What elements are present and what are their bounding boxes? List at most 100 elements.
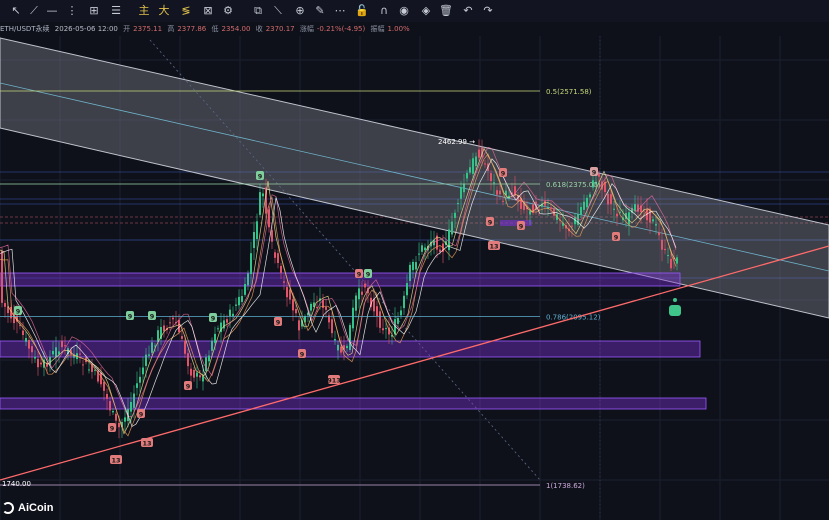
td-count-15: 9 (128, 313, 133, 321)
candle-body-124 (373, 298, 375, 312)
candle-body-48 (145, 354, 147, 366)
candle-body-95 (286, 287, 288, 298)
td-count-8: 9 (357, 271, 362, 279)
candle-body-17 (52, 350, 54, 355)
price-chart[interactable]: 0.5(2571.58) 0.618(2375.00) 0.786(2095.12)… (0, 0, 829, 520)
td-count-4: 9 (186, 383, 191, 391)
candle-body-45 (136, 383, 138, 388)
candle-body-111 (334, 339, 336, 341)
candle-body-116 (349, 325, 351, 350)
candle-body-83 (250, 253, 252, 275)
candle-body-72 (217, 328, 219, 330)
td-count-0: 9 (110, 425, 115, 433)
candle-body-153 (460, 187, 462, 199)
candle-body-52 (157, 330, 159, 342)
td-count-16: 9 (150, 313, 155, 321)
candle-body-96 (289, 289, 291, 300)
candle-body-29 (88, 369, 90, 371)
candle-body-70 (211, 340, 213, 351)
td-count-20: 9 (592, 169, 597, 177)
candle-body-71 (214, 333, 216, 343)
candle-body-64 (193, 369, 195, 378)
candle-body-108 (325, 307, 327, 310)
candle-body-56 (169, 322, 171, 324)
candle-body-38 (115, 413, 117, 421)
candle-body-98 (295, 308, 297, 314)
candle-body-80 (241, 296, 243, 302)
fib-label-0.5: 0.5(2571.58) (546, 88, 592, 96)
candle-body-117 (352, 307, 354, 329)
candle-body-161 (484, 163, 486, 165)
candle-body-21 (64, 345, 66, 347)
candle-body-8 (25, 338, 27, 342)
candle-body-75 (226, 319, 228, 323)
td-count-13: 9 (614, 234, 619, 242)
candle-body-92 (277, 253, 279, 263)
candle-body-184 (553, 208, 555, 216)
candle-body-115 (346, 345, 348, 349)
candle-body-134 (403, 295, 405, 309)
candle-body-79 (238, 296, 240, 306)
candle-body-26 (79, 353, 81, 355)
candle-body-84 (253, 232, 255, 249)
candle-body-217 (652, 219, 654, 222)
candle-body-166 (499, 190, 501, 195)
candle-body-86 (259, 192, 261, 215)
td-count-6: 9 (300, 351, 305, 359)
aicoin-logo-icon (2, 502, 14, 514)
candle-body-93 (280, 265, 282, 273)
candle-body-139 (418, 253, 420, 255)
candle-body-138 (415, 262, 417, 270)
support-zone-0 (0, 272, 681, 287)
candle-body-150 (451, 221, 453, 235)
candle-body-157 (472, 158, 474, 174)
buy-signal-badge (669, 305, 681, 316)
candle-body-156 (469, 167, 471, 173)
candle-body-163 (490, 173, 492, 182)
support-zone-2 (0, 397, 707, 410)
fib-label-0.618: 0.618(2375.00) (546, 181, 601, 189)
candle-body-159 (478, 149, 480, 158)
descending-channel[interactable] (0, 37, 829, 481)
aicoin-logo: AiCoin (2, 502, 53, 514)
candle-body-120 (361, 291, 363, 295)
candle-body-69 (208, 355, 210, 362)
candle-body-87 (262, 193, 264, 197)
candle-body-62 (187, 353, 189, 367)
candle-body-132 (397, 317, 399, 324)
td-count-14: 9 (16, 308, 21, 316)
candle-body-20 (61, 340, 63, 348)
candle-body-46 (139, 376, 141, 383)
candle-body-164 (493, 182, 495, 184)
candle-body-155 (466, 172, 468, 179)
candle-body-193 (580, 207, 582, 215)
channel-midline (0, 82, 829, 272)
candle-body-158 (475, 156, 477, 167)
td-count-17: 9 (211, 315, 216, 323)
candle-body-137 (412, 261, 414, 271)
candle-body-12 (37, 358, 39, 368)
candle-body-59 (178, 320, 180, 333)
td-count-2: 9 (139, 411, 144, 419)
candle-body-85 (256, 221, 258, 240)
candle-body-218 (655, 224, 657, 226)
candle-body-97 (292, 299, 294, 311)
candle-body-11 (34, 356, 36, 359)
fib-label-1: 1(1738.62) (546, 482, 585, 490)
td-count-19: 9 (366, 271, 371, 279)
candle-body-195 (586, 197, 588, 208)
candle-body-196 (589, 194, 591, 198)
candle-body-68 (205, 357, 207, 372)
candle-body-110 (331, 319, 333, 334)
candle-body-225 (676, 257, 678, 264)
buy-signal-dot (673, 298, 677, 302)
candle-body-65 (196, 372, 198, 377)
candle-body-54 (163, 325, 165, 332)
candle-body-209 (628, 212, 630, 225)
candle-body-99 (298, 320, 300, 331)
candle-body-39 (118, 422, 120, 428)
td-count-10: 13 (489, 243, 498, 251)
candle-body-121 (364, 283, 366, 288)
candle-body-81 (244, 284, 246, 295)
candle-body-94 (283, 281, 285, 283)
